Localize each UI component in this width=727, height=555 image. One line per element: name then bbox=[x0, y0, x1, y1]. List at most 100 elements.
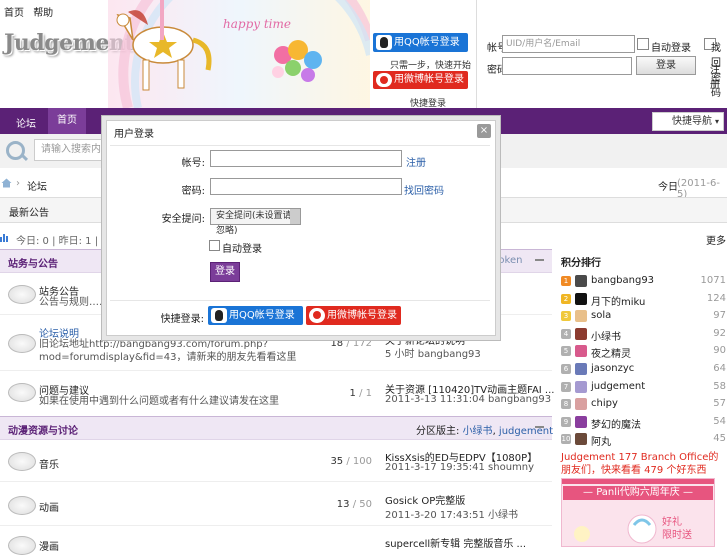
avatar[interactable] bbox=[575, 275, 587, 287]
account-input[interactable]: UID/用户名/Email bbox=[502, 35, 635, 53]
modal-submit-button[interactable]: 登录 bbox=[210, 262, 240, 282]
weibo-icon bbox=[376, 73, 392, 87]
rank-score: 90 bbox=[713, 345, 726, 357]
promo-link[interactable]: Judgement 177 Branch Office的朋友们，快来看看 479… bbox=[561, 451, 727, 477]
close-icon[interactable]: × bbox=[477, 124, 491, 138]
svg-text:happy time: happy time bbox=[223, 17, 291, 31]
section-title-1[interactable]: 站务与公告 bbox=[8, 255, 58, 270]
rank-score: 92 bbox=[713, 327, 726, 339]
collapse-icon[interactable] bbox=[535, 426, 544, 428]
qq-icon bbox=[211, 308, 227, 323]
row-divider bbox=[0, 481, 552, 482]
forum-status-icon bbox=[8, 536, 36, 555]
stats-chart-icon bbox=[0, 234, 8, 242]
avatar[interactable] bbox=[575, 363, 587, 375]
modal-password-input[interactable] bbox=[210, 178, 402, 195]
rank-number: 9 bbox=[561, 416, 571, 427]
nav-item-home[interactable]: 首页 bbox=[48, 108, 86, 134]
modal-find-password-link[interactable]: 找回密码 bbox=[404, 182, 444, 197]
modal-qq-login-button[interactable]: 用QQ帐号登录 bbox=[208, 306, 303, 325]
moderator-link[interactable]: 小绿书 bbox=[463, 426, 493, 437]
register-link[interactable]: 注册 bbox=[710, 61, 727, 91]
modal-register-link[interactable]: 注册 bbox=[406, 154, 426, 169]
notice-title[interactable]: 最新公告 bbox=[9, 204, 49, 219]
promo-subtitle-2: 限时送 bbox=[662, 530, 692, 541]
login-button[interactable]: 登录 bbox=[636, 56, 696, 75]
breadcrumb-current: 论坛 bbox=[27, 182, 47, 193]
last-post-meta: 2011-3-13 11:31:04 bangbang93 bbox=[385, 394, 552, 405]
rank-score: 124 bbox=[706, 292, 726, 304]
modal-weibo-login-button[interactable]: 用微博帐号登录 bbox=[306, 306, 401, 325]
avatar[interactable] bbox=[575, 380, 587, 393]
last-post-title[interactable]: Gosick OP完整版 bbox=[385, 492, 465, 507]
moderator-link[interactable]: judgement bbox=[499, 426, 553, 437]
forum-status-icon bbox=[8, 383, 36, 402]
avatar[interactable] bbox=[575, 327, 587, 340]
section-title-2[interactable]: 动漫资源与讨论 bbox=[8, 422, 78, 437]
rank-score: 45 bbox=[713, 433, 726, 445]
caret-down-icon: ▾ bbox=[714, 117, 719, 126]
collapse-icon[interactable] bbox=[535, 259, 544, 261]
forum-count: 13 / 50 bbox=[336, 499, 372, 510]
rank-user-name[interactable]: bangbang93 bbox=[591, 275, 654, 286]
row-divider bbox=[0, 525, 552, 526]
rank-user-name[interactable]: sola bbox=[591, 310, 611, 321]
forum-desc: 如果在使用中遇到什么问题或者有什么建议请发在这里 bbox=[39, 396, 279, 407]
more-link[interactable]: 更多 bbox=[706, 232, 726, 247]
section-moderators: 分区版主: 小绿书, judgement bbox=[416, 426, 554, 437]
forum-name[interactable]: 漫画 bbox=[39, 538, 59, 553]
avatar[interactable] bbox=[575, 415, 587, 428]
modal-divider bbox=[110, 145, 490, 146]
avatar[interactable] bbox=[575, 433, 587, 446]
modal-password-label: 密码: bbox=[181, 186, 205, 197]
avatar[interactable] bbox=[575, 292, 587, 305]
security-question-select[interactable]: 安全提问(未设置请忽略) bbox=[210, 208, 301, 236]
rank-user-name[interactable]: 梦幻的魔法 bbox=[591, 416, 641, 431]
rank-score: 1071 bbox=[700, 275, 726, 286]
qq-icon bbox=[376, 35, 392, 50]
today-label: 今日 bbox=[658, 182, 678, 193]
forum-name[interactable]: 音乐 bbox=[39, 456, 59, 471]
password-input[interactable] bbox=[502, 57, 632, 75]
forum-count: 35 / 100 bbox=[330, 456, 372, 467]
rank-number: 3 bbox=[561, 311, 571, 322]
forum-count: 1 / 1 bbox=[349, 388, 372, 399]
home-icon[interactable] bbox=[1, 178, 12, 188]
rank-user-name[interactable]: 夜之精灵 bbox=[591, 345, 631, 360]
select-arrow-icon bbox=[290, 209, 300, 224]
rank-user-name[interactable]: 小绿书 bbox=[591, 328, 621, 343]
weibo-login-button[interactable]: 用微博帐号登录 bbox=[373, 71, 468, 89]
rank-number: 5 bbox=[561, 346, 571, 357]
promo-title: — Panli代购六周年庆 — bbox=[563, 486, 713, 500]
forum-status-icon bbox=[8, 334, 36, 353]
modal-title: 用户登录 bbox=[114, 129, 154, 140]
rank-number: 6 bbox=[561, 364, 571, 374]
qq-login-button[interactable]: 用QQ帐号登录 bbox=[373, 33, 468, 52]
breadcrumb-separator: › bbox=[16, 178, 20, 189]
modal-auto-login-checkbox[interactable] bbox=[209, 240, 220, 251]
quick-nav-dropdown[interactable]: 快捷导航 ▾ bbox=[652, 112, 724, 131]
rank-user-name[interactable]: 月下的miku bbox=[591, 293, 645, 308]
auto-login-checkbox[interactable] bbox=[637, 38, 649, 50]
last-post-meta: 2011-3-17 19:35:41 shoumny bbox=[385, 462, 535, 473]
top-link-help[interactable]: 帮助 bbox=[33, 8, 53, 19]
avatar[interactable] bbox=[575, 310, 587, 323]
forum-desc-line2: mod=forumdisplay&fid=43，请新来的朋友先看看这里 bbox=[39, 352, 297, 363]
top-links: 首页 帮助 bbox=[4, 4, 59, 19]
rank-user-name[interactable]: chipy bbox=[591, 398, 618, 409]
forum-status-icon bbox=[8, 496, 36, 515]
rank-user-name[interactable]: jasonzyc bbox=[591, 363, 634, 374]
weibo-icon bbox=[309, 308, 325, 323]
last-post-title[interactable]: supercell新专辑 完整版音乐 ... bbox=[385, 535, 526, 550]
rank-user-name[interactable]: judgement bbox=[591, 381, 645, 392]
modal-username-input[interactable] bbox=[210, 150, 402, 167]
forum-name[interactable]: 动画 bbox=[39, 499, 59, 514]
rank-score: 57 bbox=[713, 398, 726, 410]
top-link-home[interactable]: 首页 bbox=[4, 8, 24, 19]
forum-status-icon bbox=[8, 285, 36, 304]
avatar[interactable] bbox=[575, 345, 587, 358]
rank-score: 58 bbox=[713, 380, 726, 392]
nav-item-forum[interactable]: 论坛 bbox=[16, 115, 36, 130]
rank-user-name[interactable]: 阿丸 bbox=[591, 433, 611, 448]
avatar[interactable] bbox=[575, 398, 587, 411]
